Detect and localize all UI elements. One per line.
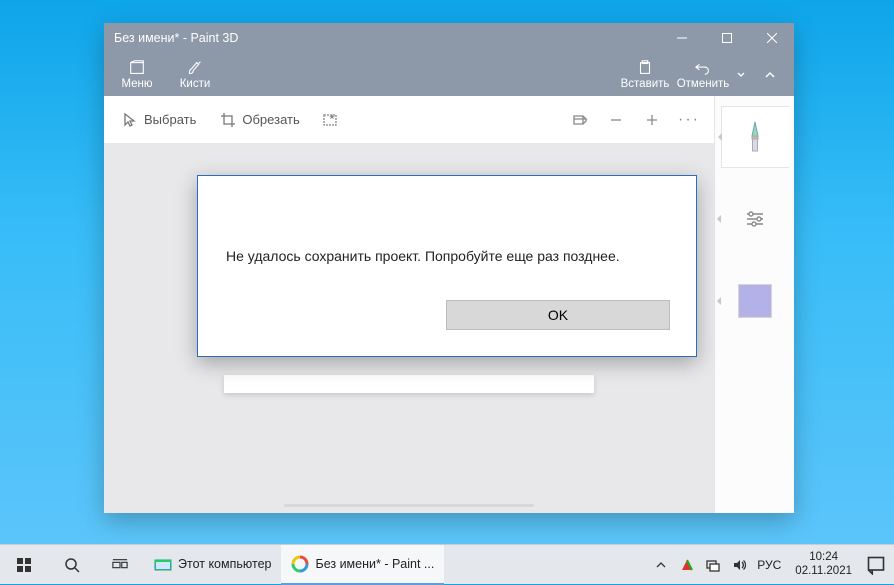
tray-date: 02.11.2021 bbox=[795, 565, 852, 578]
dialog-message: Не удалось сохранить проект. Попробуйте … bbox=[226, 248, 620, 264]
ribbon: Меню Кисти Вставить Отменить bbox=[104, 53, 794, 96]
task-view-button[interactable] bbox=[96, 545, 144, 585]
titlebar: Без имени* - Paint 3D bbox=[104, 23, 794, 53]
taskbar-item-label: Без имени* - Paint ... bbox=[315, 557, 434, 571]
window-title: Без имени* - Paint 3D bbox=[114, 31, 659, 45]
undo-label: Отменить bbox=[677, 78, 730, 90]
close-button[interactable] bbox=[749, 23, 794, 53]
brushes-button[interactable]: Кисти bbox=[166, 53, 224, 96]
search-button[interactable] bbox=[48, 545, 96, 585]
menu-label: Меню bbox=[121, 78, 152, 90]
side-color[interactable] bbox=[721, 270, 789, 332]
taskbar-item-explorer[interactable]: Этот компьютер bbox=[144, 545, 281, 585]
explorer-icon bbox=[154, 555, 172, 573]
canvas[interactable] bbox=[224, 375, 594, 393]
crop-label: Обрезать bbox=[242, 112, 299, 127]
maximize-button[interactable] bbox=[704, 23, 749, 53]
side-panel bbox=[714, 96, 794, 513]
error-dialog: Не удалось сохранить проект. Попробуйте … bbox=[197, 175, 697, 357]
ribbon-right: Вставить Отменить bbox=[616, 53, 790, 96]
select-tool[interactable]: Выбрать bbox=[112, 108, 206, 132]
tray-chevron-icon[interactable] bbox=[653, 557, 669, 573]
collapse-ribbon-button[interactable] bbox=[750, 53, 790, 96]
side-brush-tool[interactable] bbox=[721, 106, 789, 168]
secondary-toolbar: Выбрать Обрезать ··· bbox=[104, 96, 714, 144]
paste-label: Вставить bbox=[621, 78, 670, 90]
view-3d-button[interactable] bbox=[564, 104, 596, 136]
color-swatch[interactable] bbox=[738, 284, 772, 318]
taskbar-item-label: Этот компьютер bbox=[178, 557, 271, 571]
crop-tool[interactable]: Обрезать bbox=[210, 108, 309, 132]
system-tray: РУС 10:24 02.11.2021 bbox=[645, 545, 894, 585]
tray-language[interactable]: РУС bbox=[757, 558, 781, 572]
start-button[interactable] bbox=[0, 545, 48, 585]
tray-app-icon[interactable] bbox=[679, 557, 695, 573]
tray-volume-icon[interactable] bbox=[731, 557, 747, 573]
tray-network-icon[interactable] bbox=[705, 557, 721, 573]
zoom-out-button[interactable] bbox=[600, 104, 632, 136]
tray-notifications-icon[interactable] bbox=[866, 545, 886, 585]
paint3d-icon bbox=[291, 555, 309, 573]
side-settings[interactable] bbox=[721, 188, 789, 250]
minimize-button[interactable] bbox=[659, 23, 704, 53]
undo-button[interactable]: Отменить bbox=[674, 53, 732, 96]
paste-button[interactable]: Вставить bbox=[616, 53, 674, 96]
tray-time: 10:24 bbox=[795, 551, 852, 564]
history-dropdown[interactable] bbox=[732, 53, 750, 96]
canvas-scrollbar[interactable] bbox=[284, 504, 534, 507]
zoom-in-button[interactable] bbox=[636, 104, 668, 136]
ok-label: OK bbox=[548, 307, 568, 323]
dialog-ok-button[interactable]: OK bbox=[446, 300, 670, 330]
brushes-label: Кисти bbox=[180, 78, 211, 90]
magic-select-tool[interactable] bbox=[314, 104, 346, 136]
taskbar-item-paint3d[interactable]: Без имени* - Paint ... bbox=[281, 545, 444, 585]
more-button[interactable]: ··· bbox=[672, 111, 706, 129]
select-label: Выбрать bbox=[144, 112, 196, 127]
tray-clock[interactable]: 10:24 02.11.2021 bbox=[791, 551, 856, 577]
taskbar: Этот компьютер Без имени* - Paint ... РУ… bbox=[0, 544, 894, 584]
menu-button[interactable]: Меню bbox=[108, 53, 166, 96]
